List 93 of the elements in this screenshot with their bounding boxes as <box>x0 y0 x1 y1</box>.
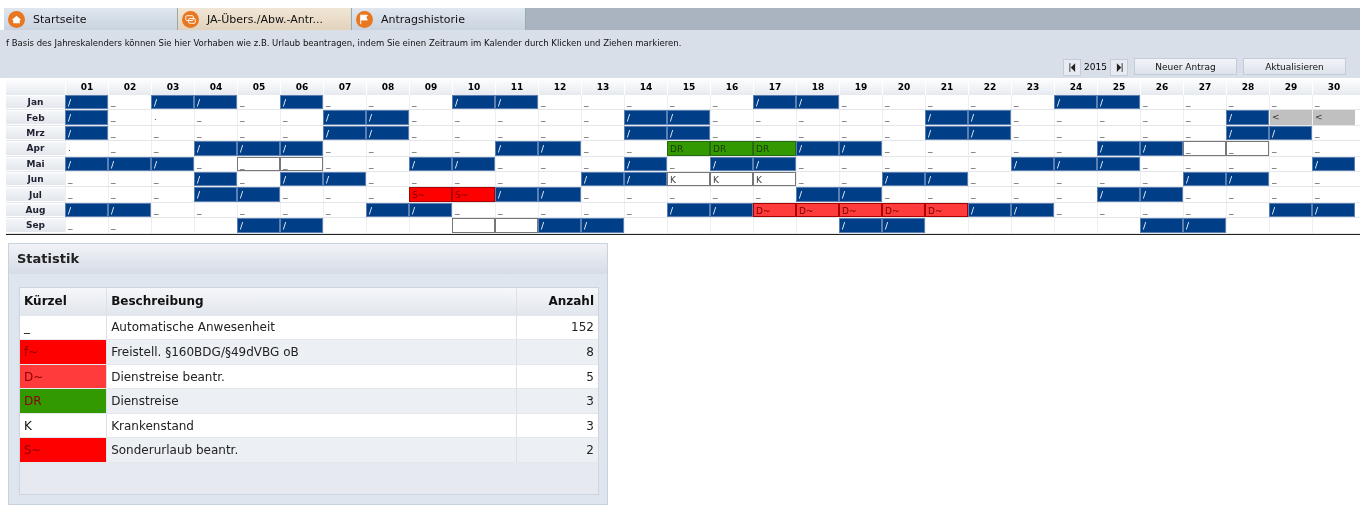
calendar-cell[interactable]: / <box>194 141 237 156</box>
month-label: Mai <box>6 157 65 170</box>
calendar-cell[interactable]: / <box>796 141 839 156</box>
table-cell-text: 3 <box>585 417 595 435</box>
calendar-cell[interactable] <box>452 218 495 233</box>
toolbar-button[interactable]: Aktualisieren <box>1243 58 1346 75</box>
calendar-cell[interactable]: / <box>538 187 581 202</box>
next-icon <box>1115 62 1123 72</box>
table-cell: Krankenstand <box>107 413 517 438</box>
calendar-cell[interactable]: / <box>280 95 323 110</box>
calendar-cell[interactable]: / <box>882 218 925 233</box>
column-header: Beschreibung <box>107 287 517 315</box>
calendar-cell[interactable]: / <box>1140 218 1183 233</box>
calendar-cell[interactable]: / <box>1183 218 1226 233</box>
calendar-cell[interactable]: / <box>1140 187 1183 202</box>
calendar-cell[interactable]: / <box>194 95 237 110</box>
table-cell: Automatische Anwesenheit <box>107 315 517 340</box>
month-label: Feb <box>6 111 65 124</box>
calendar-cell[interactable]: / <box>624 110 667 125</box>
calendar-cell[interactable]: / <box>839 187 882 202</box>
calendar-cell[interactable]: / <box>194 187 237 202</box>
calendar-cell[interactable]: / <box>1097 141 1140 156</box>
calendar-cell[interactable]: / <box>581 218 624 233</box>
calendar-cell[interactable]: / <box>323 110 366 125</box>
panel-title: Statistik <box>9 243 607 274</box>
calendar-cell[interactable]: < <box>1269 110 1312 125</box>
code-cell: S~ <box>20 438 108 463</box>
calendar-cell[interactable]: / <box>538 218 581 233</box>
code-cell: f~ <box>20 340 108 364</box>
calendar-cell[interactable]: _ <box>1183 141 1226 156</box>
code-cell: DR <box>20 389 108 413</box>
calendar-cell[interactable]: / <box>151 95 194 110</box>
calendar-cell[interactable]: / <box>237 187 280 202</box>
calendar-cell[interactable]: / <box>495 187 538 202</box>
month-label: Mrz <box>6 126 65 140</box>
month-label: Apr <box>6 142 65 155</box>
calendar-cell[interactable]: / <box>925 110 968 125</box>
table-cell: Freistell. §160BDG/§49dVBG oB <box>107 340 517 364</box>
calendar-cell[interactable]: / <box>1140 141 1183 156</box>
code-cell: D~ <box>20 364 108 389</box>
calendar-cell[interactable] <box>495 218 538 233</box>
calendar-cell[interactable]: / <box>796 187 839 202</box>
code-cell: _ <box>20 315 108 340</box>
table-cell-text: 152 <box>570 319 595 337</box>
next-year-button[interactable] <box>1110 58 1128 76</box>
calendar-cell[interactable]: / <box>796 95 839 110</box>
month-label: Jun <box>6 172 65 186</box>
tab[interactable]: Startseite <box>4 8 178 30</box>
previous-icon <box>1068 62 1076 72</box>
calendar-cell[interactable]: / <box>753 95 796 110</box>
calendar-cell[interactable]: _ <box>1226 141 1269 156</box>
month-label: Jan <box>6 96 65 109</box>
calendar-cell[interactable]: / <box>280 218 323 233</box>
tab[interactable]: JA-Übers./Abw.-Antr... <box>178 8 352 30</box>
column-header: Kürzel <box>20 287 108 315</box>
calendar-cell[interactable]: / <box>237 141 280 156</box>
calendar-cell[interactable]: / <box>65 110 108 125</box>
calendar-cell[interactable]: / <box>667 110 710 125</box>
calendar-cell[interactable]: / <box>1097 95 1140 110</box>
calendar-cell[interactable]: / <box>1226 110 1269 125</box>
calendar-cell[interactable]: / <box>1054 95 1097 110</box>
chat-icon <box>182 10 199 28</box>
table-cell-text: 8 <box>585 343 595 361</box>
month-label: Sep <box>6 219 65 232</box>
calendar-cell[interactable]: / <box>495 141 538 156</box>
column-header: Anzahl <box>547 293 595 310</box>
table-cell: Dienstreise beantr. <box>107 364 517 389</box>
calendar-cell[interactable]: / <box>968 110 1011 125</box>
flag-icon <box>356 10 373 28</box>
table-cell-text: 5 <box>585 368 595 386</box>
calendar-cell[interactable]: / <box>65 95 108 110</box>
table-cell: Sonderurlaub beantr. <box>107 438 517 463</box>
calendar-cell[interactable]: / <box>452 95 495 110</box>
month-label: Aug <box>6 203 65 217</box>
calendar-cell[interactable]: / <box>1097 187 1140 202</box>
table-cell: Dienstreise <box>107 389 517 413</box>
info-text: f Basis des Jahreskalenders können Sie hier Vorhaben wie z.B. Urlaub beantragen, indem Sie einen Zeitraum im Kalender durch Klicken und Ziehen markieren. <box>0 30 1360 58</box>
month-label: Jul <box>6 188 65 201</box>
calendar-cell[interactable]: / <box>280 141 323 156</box>
table-cell-text: 3 <box>585 393 595 411</box>
calendar-cell[interactable]: / <box>237 218 280 233</box>
calendar-cell[interactable]: < <box>1312 110 1355 125</box>
calendar-cell[interactable]: / <box>495 95 538 110</box>
calendar-cell[interactable]: / <box>366 110 409 125</box>
calendar-cell[interactable]: / <box>839 141 882 156</box>
year-label: 2015 <box>1084 62 1107 72</box>
previous-year-button[interactable] <box>1063 58 1082 76</box>
calendar-cell[interactable]: / <box>538 141 581 156</box>
toolbar-button[interactable]: Neuer Antrag <box>1134 58 1237 75</box>
house-icon <box>8 10 25 28</box>
calendar-cell[interactable]: / <box>839 218 882 233</box>
tab[interactable]: Antragshistorie <box>352 8 526 30</box>
table-cell-text: 2 <box>585 442 595 460</box>
